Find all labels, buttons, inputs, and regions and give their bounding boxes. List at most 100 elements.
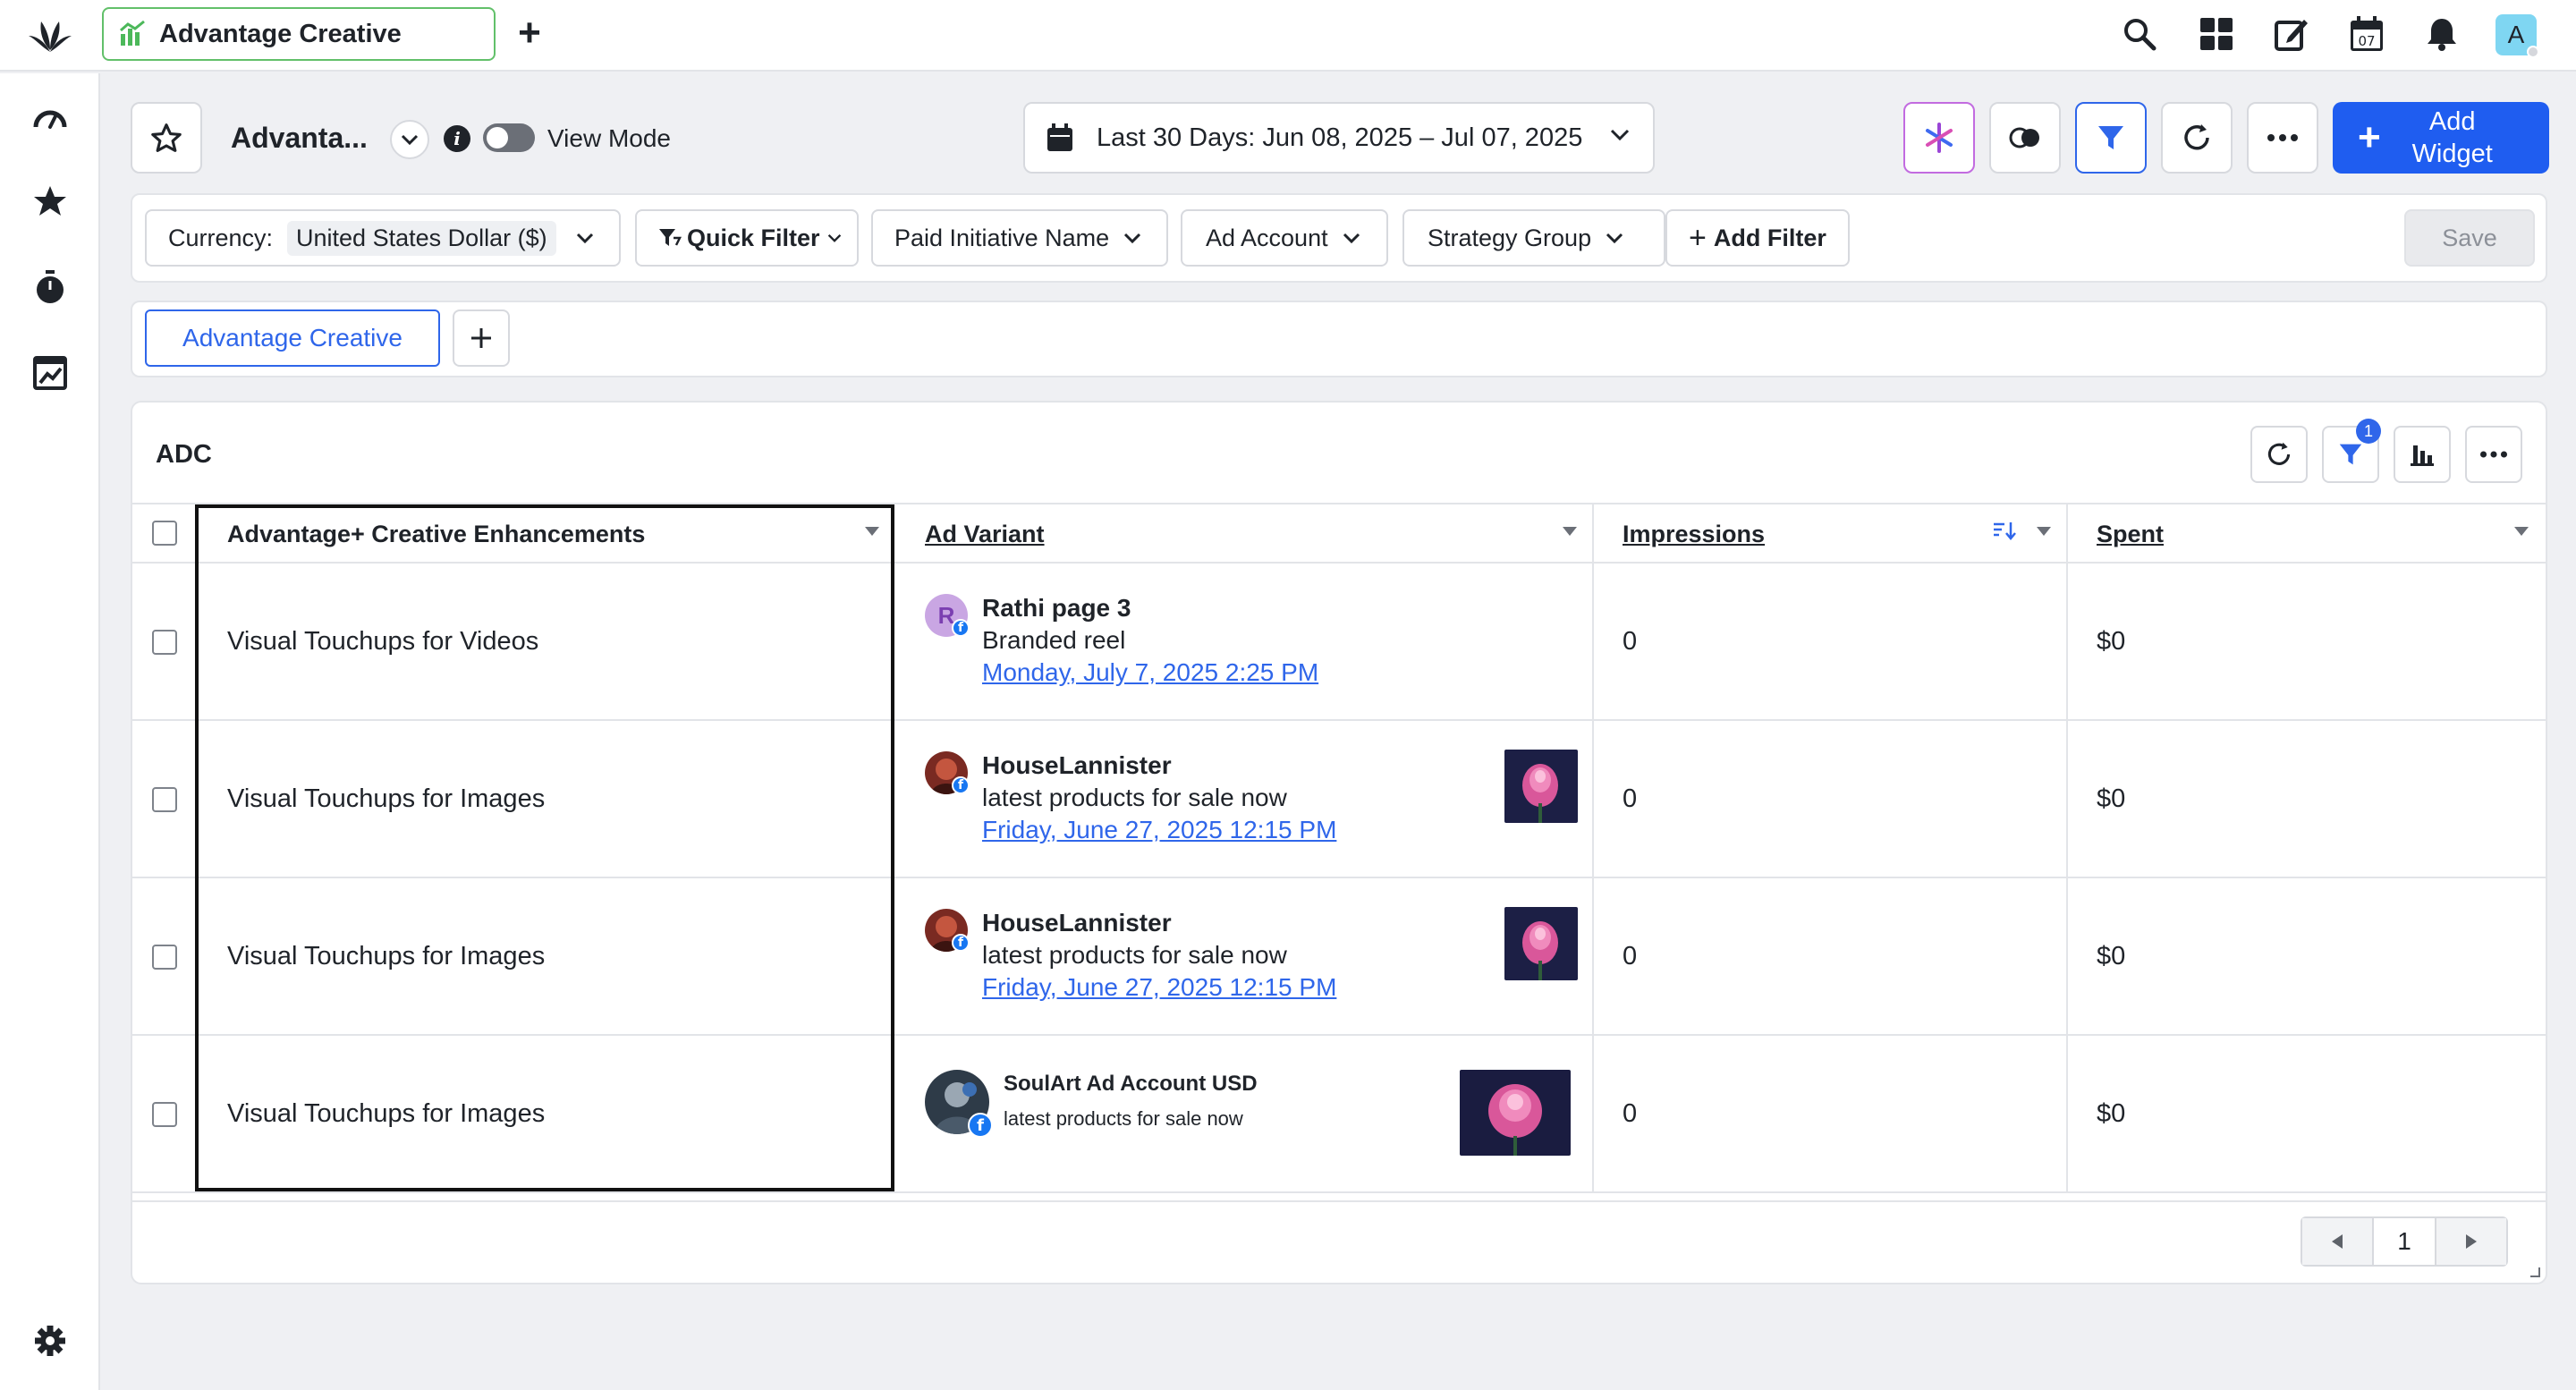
ad-creative-thumbnail[interactable] <box>1460 1070 1571 1156</box>
timer-icon[interactable] <box>30 267 71 308</box>
more-horizontal-icon <box>2480 451 2507 458</box>
column-header-impressions[interactable]: Impressions <box>1623 521 1765 548</box>
filter-label: Paid Initiative Name <box>894 224 1110 251</box>
column-highlight-frame <box>195 504 894 1191</box>
apps-grid-icon[interactable] <box>2197 14 2236 54</box>
sprinklr-logo-icon[interactable] <box>27 16 73 55</box>
add-tab-button[interactable] <box>453 309 510 367</box>
avatar-initial: A <box>2507 21 2525 48</box>
favorites-star-icon[interactable] <box>30 181 71 222</box>
app-tab-label: Advantage Creative <box>159 19 402 48</box>
column-menu-triangle-icon[interactable] <box>1562 526 1578 537</box>
reports-trend-icon[interactable] <box>30 352 71 394</box>
column-header-ad-variant[interactable]: Ad Variant <box>925 521 1045 548</box>
dashboard-title[interactable]: Advanta... <box>231 122 368 155</box>
widget-refresh-button[interactable] <box>2250 426 2308 483</box>
refresh-icon <box>2266 441 2292 468</box>
user-avatar[interactable]: A <box>2496 14 2539 58</box>
favorite-dashboard-button[interactable] <box>131 102 202 174</box>
add-filter-label: Add Filter <box>1713 224 1826 251</box>
ad-account-name: HouseLannister <box>982 751 1172 779</box>
previous-page-button[interactable] <box>2302 1218 2372 1265</box>
column-menu-triangle-icon[interactable] <box>2036 526 2052 537</box>
more-options-button[interactable] <box>2247 102 2318 174</box>
filter-count-badge: 1 <box>2356 419 2381 444</box>
spent-cell: $0 <box>2097 1099 2126 1128</box>
compose-icon[interactable] <box>2272 14 2311 54</box>
plus-icon <box>470 326 493 350</box>
search-icon[interactable] <box>2120 14 2159 54</box>
ad-caption: latest products for sale now <box>1004 1107 1243 1130</box>
calendar-icon <box>1046 123 1073 152</box>
ad-date-link[interactable]: Friday, June 27, 2025 12:15 PM <box>982 973 1336 1002</box>
filter-label: Strategy Group <box>1428 224 1592 251</box>
current-page-number: 1 <box>2372 1218 2436 1265</box>
ad-date-link[interactable]: Friday, June 27, 2025 12:15 PM <box>982 816 1336 844</box>
bar-chart-icon <box>2410 442 2435 467</box>
impressions-cell: 0 <box>1623 1099 1638 1128</box>
ad-caption: latest products for sale now <box>982 941 1287 969</box>
select-all-checkbox[interactable] <box>152 521 177 546</box>
ad-creative-thumbnail[interactable] <box>1504 907 1578 980</box>
tab-advantage-creative[interactable]: Advantage Creative <box>145 309 440 367</box>
filter-ad-account[interactable]: Ad Account <box>1181 209 1388 267</box>
ad-caption: latest products for sale now <box>982 784 1287 811</box>
info-icon[interactable]: i <box>444 125 470 152</box>
sparkle-asterisk-icon <box>1923 122 1955 154</box>
view-mode-toggle[interactable] <box>483 123 535 152</box>
view-mode-label: View Mode <box>547 124 672 152</box>
chevron-down-icon <box>827 233 842 242</box>
resize-handle-icon[interactable] <box>2528 1265 2540 1277</box>
filter-paid-initiative-name[interactable]: Paid Initiative Name <box>871 209 1168 267</box>
column-menu-triangle-icon[interactable] <box>2513 526 2529 537</box>
filter-strategy-group[interactable]: Strategy Group <box>1402 209 1665 267</box>
currency-label: Currency: <box>168 224 274 251</box>
dashboard-gauge-icon[interactable] <box>30 97 71 138</box>
spent-cell: $0 <box>2097 942 2126 970</box>
filter-funnel-icon <box>2097 123 2125 152</box>
dashboard-menu-button[interactable] <box>390 120 429 159</box>
ai-assist-button[interactable] <box>1903 102 1975 174</box>
app-tab-advantage-creative[interactable]: Advantage Creative <box>102 7 496 61</box>
ad-date-link[interactable]: Monday, July 7, 2025 2:25 PM <box>982 658 1318 687</box>
row-divider <box>132 1191 2546 1193</box>
add-filter-button[interactable]: + Add Filter <box>1665 209 1850 267</box>
next-page-button[interactable] <box>2436 1218 2506 1265</box>
calendar-day-text: 07 <box>2358 33 2375 49</box>
refresh-icon <box>2182 123 2212 153</box>
chevron-down-icon <box>1343 233 1360 243</box>
calendar-icon[interactable]: 07 <box>2347 14 2386 54</box>
new-tab-plus-icon[interactable]: + <box>513 13 546 53</box>
quick-filter-button[interactable]: Quick Filter <box>635 209 859 267</box>
chevron-down-icon <box>1123 233 1141 243</box>
toggle-knob <box>487 127 508 148</box>
dashboard-filter-button[interactable] <box>2075 102 2147 174</box>
sort-descending-icon[interactable] <box>1993 521 2016 540</box>
facebook-icon: f <box>968 1113 993 1138</box>
row-checkbox[interactable] <box>152 630 177 655</box>
widget-title: ADC <box>156 440 212 469</box>
row-checkbox[interactable] <box>152 787 177 812</box>
row-checkbox[interactable] <box>152 1102 177 1127</box>
compare-toggle-button[interactable] <box>1989 102 2061 174</box>
notification-bell-icon[interactable] <box>2422 14 2462 54</box>
ad-creative-thumbnail[interactable] <box>1504 750 1578 823</box>
column-header-spent[interactable]: Spent <box>2097 521 2164 548</box>
refresh-button[interactable] <box>2161 102 2233 174</box>
star-outline-icon <box>151 123 182 153</box>
column-divider <box>1592 503 1594 1191</box>
chevron-down-icon <box>401 134 419 145</box>
add-widget-button[interactable]: + Add Widget <box>2333 102 2549 174</box>
widget-more-button[interactable] <box>2465 426 2522 483</box>
more-horizontal-icon <box>2267 134 2298 141</box>
chevron-down-icon <box>1606 233 1623 243</box>
settings-gear-icon[interactable] <box>30 1320 71 1361</box>
column-divider <box>2066 503 2068 1191</box>
row-checkbox[interactable] <box>152 945 177 970</box>
widget-chart-type-button[interactable] <box>2394 426 2451 483</box>
date-range-picker[interactable]: Last 30 Days: Jun 08, 2025 – Jul 07, 202… <box>1023 102 1655 174</box>
ad-account-name: HouseLannister <box>982 909 1172 937</box>
currency-filter[interactable]: Currency: United States Dollar ($) <box>145 209 621 267</box>
save-button[interactable]: Save <box>2404 209 2535 267</box>
bar-chart-icon <box>118 20 147 48</box>
